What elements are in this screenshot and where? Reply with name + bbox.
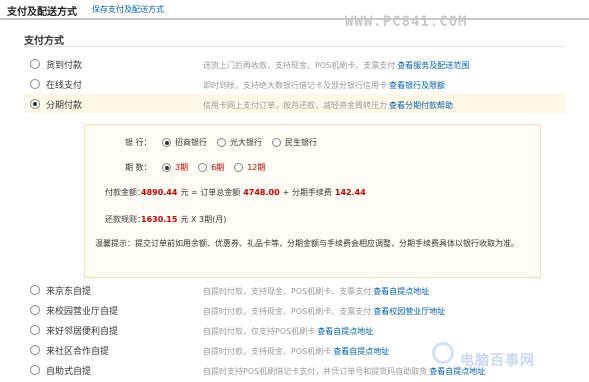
- payment-option-online[interactable]: 在线支付: [30, 76, 82, 92]
- pickup-option-self-service[interactable]: 自助式自提: [30, 362, 91, 378]
- period-name: 6期: [211, 163, 225, 172]
- period-choice-6[interactable]: 6期: [198, 162, 224, 173]
- page-title: 支付及配送方式: [7, 7, 77, 18]
- corner-logo-icon: [432, 342, 454, 364]
- installment-panel: 银 行： 招商银行 光大银行 民生银行 期 数： 3期 6期 12期 付款金额：…: [84, 124, 541, 278]
- period-name: 12期: [247, 163, 266, 172]
- option-label: 来社区合作自提: [46, 346, 110, 357]
- radio-button-selected[interactable]: [162, 163, 171, 172]
- save-payment-delivery-link[interactable]: 保存支付及配送方式: [92, 4, 164, 15]
- period-name: 3期: [175, 163, 189, 172]
- radio-button[interactable]: [217, 138, 226, 147]
- watermark: WWW.PC841.COM: [345, 14, 468, 30]
- radio-button[interactable]: [30, 325, 40, 335]
- option-link[interactable]: 查看自提点地址: [373, 287, 429, 296]
- amount-formula-1: 元 = 订单总金额: [180, 188, 241, 197]
- option-desc-text: 即时到帐，支持绝大数银行借记卡及部分银行信用卡: [203, 81, 387, 90]
- option-desc-text: 自提时支持POS机刷借记卡支付，并凭订单号和提货码自助取货: [203, 367, 428, 376]
- radio-button[interactable]: [30, 365, 40, 375]
- period-label: 期 数：: [125, 163, 152, 172]
- repay-row: 还款规则： 1630.15 元 X 3期(月): [105, 214, 226, 225]
- option-label: 自助式自提: [46, 366, 92, 377]
- radio-button[interactable]: [198, 163, 208, 172]
- pickup-option-campus[interactable]: 来校园营业厅自提: [30, 302, 118, 318]
- option-label: 来校园营业厅自提: [46, 306, 119, 317]
- radio-button[interactable]: [272, 138, 281, 147]
- bank-row: 银 行： 招商银行 光大银行 民生银行: [125, 137, 327, 148]
- pickup-option-community[interactable]: 来社区合作自提: [30, 342, 109, 358]
- bank-choice-cmbc[interactable]: 民生银行: [272, 137, 317, 148]
- repay-rule: 元 X 3期(月): [180, 215, 227, 224]
- option-link[interactable]: 查看校园营业厅地址: [373, 307, 445, 316]
- option-label: 来好邻居便利自提: [46, 326, 119, 337]
- option-link[interactable]: 查看分期付款帮助: [389, 101, 453, 110]
- section-title: 支付方式: [24, 36, 64, 47]
- bank-choice-cmb[interactable]: 招商银行: [162, 137, 207, 148]
- option-desc-text: 自提时付款，支持现金、POS机刷卡、支票支付: [203, 307, 372, 316]
- header-bar: 支付及配送方式 保存支付及配送方式: [0, 0, 589, 18]
- bank-label: 银 行：: [125, 138, 152, 147]
- option-link[interactable]: 查看银行及限额: [389, 81, 445, 90]
- option-link[interactable]: 查看自提点地址: [317, 327, 373, 336]
- repay-value: 1630.15: [141, 215, 178, 224]
- option-description: 自提时付款，支持现金、POS机刷卡、支票支付 查看校园营业厅地址: [203, 306, 445, 317]
- bank-name: 民生银行: [285, 138, 317, 147]
- installment-fee: 142.44: [334, 188, 366, 197]
- radio-button[interactable]: [30, 285, 40, 295]
- option-label: 货到付款: [46, 60, 83, 71]
- option-label: 分期付款: [46, 100, 83, 111]
- tip-text: 提交订单前如用余额、优惠券、礼品卡等，分期金额与手续费会相应调整，分期手续费具体…: [135, 239, 519, 248]
- radio-button[interactable]: [234, 163, 244, 172]
- option-link[interactable]: 查看服务及配送范围: [397, 61, 469, 70]
- option-desc-text: 自提时付款，支持现金、POS机刷卡、支票支付: [203, 287, 372, 296]
- option-description: 即时到帐，支持绝大数银行借记卡及部分银行信用卡 查看银行及限额: [203, 80, 445, 91]
- option-desc-text: 送货上门后再收款，支持现金、POS机刷卡、支票支付: [203, 61, 396, 70]
- option-description: 送货上门后再收款，支持现金、POS机刷卡、支票支付 查看服务及配送范围: [203, 60, 469, 71]
- tip-label: 温馨提示：: [95, 239, 135, 248]
- radio-button[interactable]: [30, 305, 40, 315]
- section-divider: [24, 46, 564, 47]
- option-link[interactable]: 查看自提点地址: [333, 347, 389, 356]
- radio-button[interactable]: [30, 59, 40, 69]
- radio-button[interactable]: [30, 79, 40, 89]
- tip-block: 温馨提示：提交订单前如用余额、优惠券、礼品卡等，分期金额与手续费会相应调整，分期…: [95, 235, 525, 252]
- amount-label: 付款金额：: [105, 188, 145, 197]
- pickup-option-jd[interactable]: 来京东自提: [30, 282, 91, 298]
- option-desc-text: 自提时付款，仅支持POS机刷卡: [203, 327, 316, 336]
- option-description: 自提时付款，仅支持POS机刷卡 查看自提点地址: [203, 326, 373, 337]
- amount-formula-2: + 分期手续费: [282, 188, 332, 197]
- order-total: 4748.00: [243, 188, 280, 197]
- option-label: 在线支付: [46, 80, 83, 91]
- bank-name: 招商银行: [175, 138, 207, 147]
- period-row: 期 数： 3期 6期 12期: [125, 162, 275, 173]
- option-description: 信用卡网上支付订单，按月还款，减轻资金周转压力 查看分期付款帮助: [203, 100, 453, 111]
- bank-name: 光大银行: [230, 138, 262, 147]
- radio-button[interactable]: [30, 345, 40, 355]
- payment-option-installment[interactable]: 分期付款: [30, 96, 82, 112]
- period-choice-12[interactable]: 12期: [234, 162, 265, 173]
- corner-logo-text: 电脑百事网: [460, 353, 535, 369]
- option-description: 自提时付款，支持现金、POS机刷卡、支票支付 查看自提点地址: [203, 286, 429, 297]
- bank-choice-ceb[interactable]: 光大银行: [217, 137, 262, 148]
- pickup-option-convenience[interactable]: 来好邻居便利自提: [30, 322, 118, 338]
- amount-row: 付款金额： 4890.44 元 = 订单总金额 4748.00 + 分期手续费 …: [105, 187, 366, 198]
- amount-value: 4890.44: [141, 188, 178, 197]
- header-divider: [0, 18, 589, 20]
- option-description: 自提时支持POS机刷借记卡支付，并凭订单号和提货码自助取货 查看自提点地址: [203, 366, 485, 377]
- payment-option-cod[interactable]: 货到付款: [30, 56, 82, 72]
- repay-label: 还款规则：: [105, 215, 145, 224]
- option-desc-text: 信用卡网上支付订单，按月还款，减轻资金周转压力: [203, 101, 387, 110]
- option-label: 来京东自提: [46, 286, 92, 297]
- radio-button-selected[interactable]: [162, 138, 171, 147]
- radio-button-selected[interactable]: [30, 99, 40, 109]
- option-desc-text: 自提时付款，支持现金、POS机刷卡: [203, 347, 332, 356]
- period-choice-3[interactable]: 3期: [162, 162, 188, 173]
- option-description: 自提时付款，支持现金、POS机刷卡 查看自提点地址: [203, 346, 389, 357]
